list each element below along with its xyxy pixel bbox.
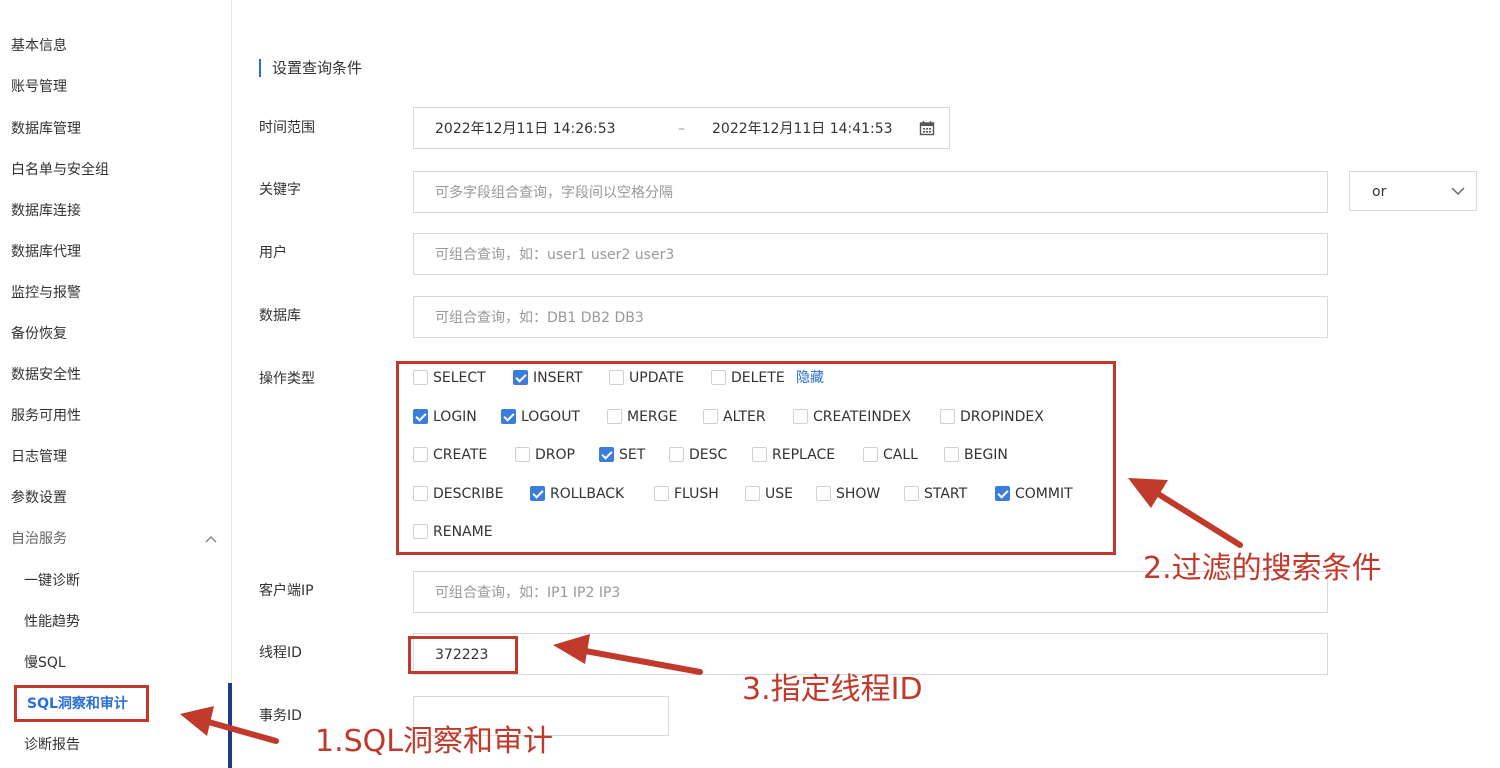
sidebar-item-db-connection[interactable]: 数据库连接	[11, 201, 81, 221]
sidebar-item-data-security[interactable]: 数据安全性	[11, 365, 81, 385]
keyword-placeholder: 可多字段组合查询，字段间以空格分隔	[435, 185, 673, 201]
user-input[interactable]: 可组合查询，如：user1 user2 user3	[413, 233, 1328, 275]
logic-operator-select[interactable]: or	[1349, 171, 1477, 211]
annotation-thread-highlight	[408, 636, 518, 674]
sidebar-item-diagnosis[interactable]: 一键诊断	[24, 571, 80, 591]
annotation-step-1: 1.SQL洞察和审计	[315, 724, 553, 759]
sidebar-scrollbar[interactable]	[228, 683, 232, 768]
logic-operator-value: or	[1372, 184, 1387, 200]
sidebar-item-monitoring[interactable]: 监控与报警	[11, 283, 81, 303]
sidebar-nav: 基本信息 账号管理 数据库管理 白名单与安全组 数据库连接 数据库代理 监控与报…	[0, 0, 232, 768]
time-range-separator: –	[678, 121, 685, 137]
client-ip-label: 客户端IP	[259, 583, 314, 599]
sidebar-item-diagnosis-report[interactable]: 诊断报告	[24, 735, 80, 755]
sidebar-item-performance[interactable]: 性能趋势	[24, 612, 80, 632]
sidebar-item-label: SQL洞察和审计	[27, 696, 128, 712]
sidebar-item-slow-sql[interactable]: 慢SQL	[24, 653, 66, 673]
database-input[interactable]: 可组合查询，如：DB1 DB2 DB3	[413, 296, 1328, 338]
time-range-end[interactable]: 2022年12月11日 14:41:53	[712, 119, 893, 139]
op-type-label: 操作类型	[259, 371, 315, 387]
sidebar-item-whitelist[interactable]: 白名单与安全组	[11, 160, 109, 180]
thread-id-label: 线程ID	[259, 645, 302, 661]
annotation-step-2: 2.过滤的搜索条件	[1143, 551, 1382, 586]
section-title: 设置查询条件	[272, 59, 363, 77]
chevron-down-icon	[1451, 187, 1465, 196]
user-label: 用户	[259, 245, 287, 261]
keyword-input[interactable]: 可多字段组合查询，字段间以空格分隔	[413, 171, 1328, 213]
sidebar-item-basic-info[interactable]: 基本信息	[11, 36, 67, 56]
sidebar-item-sql-audit[interactable]: SQL洞察和审计	[14, 685, 149, 722]
database-placeholder: 可组合查询，如：DB1 DB2 DB3	[435, 310, 644, 326]
sidebar-item-databases[interactable]: 数据库管理	[11, 119, 81, 139]
user-placeholder: 可组合查询，如：user1 user2 user3	[435, 247, 675, 263]
time-range-label: 时间范围	[259, 120, 315, 136]
sidebar-item-db-proxy[interactable]: 数据库代理	[11, 242, 81, 262]
txn-id-label: 事务ID	[259, 708, 302, 724]
sidebar-item-logs[interactable]: 日志管理	[11, 447, 67, 467]
sidebar-group-autonomous[interactable]: 自治服务	[11, 529, 67, 549]
section-title-bar	[259, 59, 261, 77]
sidebar-item-accounts[interactable]: 账号管理	[11, 77, 67, 97]
calendar-icon[interactable]	[919, 120, 935, 136]
client-ip-placeholder: 可组合查询，如：IP1 IP2 IP3	[435, 585, 621, 601]
sidebar-item-parameters[interactable]: 参数设置	[11, 488, 67, 508]
sidebar-item-backup[interactable]: 备份恢复	[11, 324, 67, 344]
database-label: 数据库	[259, 308, 301, 324]
time-range-start[interactable]: 2022年12月11日 14:26:53	[435, 119, 616, 139]
annotation-step-3: 3.指定线程ID	[742, 672, 923, 707]
sidebar-item-availability[interactable]: 服务可用性	[11, 406, 81, 426]
thread-id-input[interactable]: 372223	[413, 633, 1328, 675]
annotation-arrow-2	[1152, 489, 1243, 548]
time-range-picker[interactable]: 2022年12月11日 14:26:53 – 2022年12月11日 14:41…	[413, 107, 950, 149]
chevron-up-icon[interactable]	[204, 534, 218, 544]
keyword-label: 关键字	[259, 182, 301, 198]
annotation-ops-highlight	[396, 361, 1116, 555]
